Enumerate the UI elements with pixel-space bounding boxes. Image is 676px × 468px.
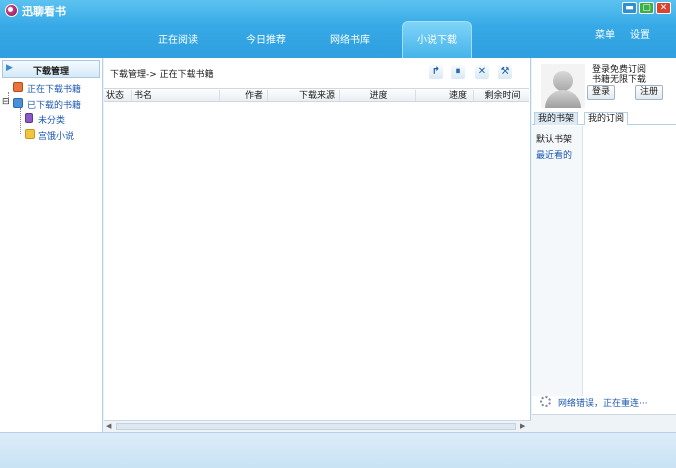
scrollbar-thumb[interactable] bbox=[116, 423, 516, 430]
download-list-panel: 下载管理-> 正在下载书籍 ↱ ⏸ ✕ ⚒ 状态 书名 作者 下载来源 进度 速… bbox=[104, 58, 531, 432]
tools-icon[interactable]: ⚒ bbox=[498, 65, 512, 79]
app-title: 迅聊看书 bbox=[22, 5, 66, 18]
pause-icon[interactable]: ⏸ bbox=[451, 65, 465, 79]
login-promo-line2: 书籍无限下载 bbox=[592, 75, 647, 85]
tab-download[interactable]: 小说下载 bbox=[402, 21, 472, 58]
download-icon bbox=[13, 82, 23, 92]
user-panel: 登录免费订阅 书籍无限下载 登录 注册 我的书架 我的订阅 默认书架 最近看的 … bbox=[532, 58, 676, 432]
download-manager-panel: ▶ 下载管理 正在下载书籍 ⊟ 已下载的书籍 未分类 宫饿小说 bbox=[0, 58, 103, 432]
book-icon bbox=[25, 113, 33, 123]
minimize-button[interactable]: ▬ bbox=[622, 2, 637, 14]
network-status-text[interactable]: 网络错误，正在重连··· bbox=[558, 396, 648, 409]
avatar-body bbox=[545, 90, 581, 108]
avatar bbox=[541, 64, 585, 108]
tab-my-shelf[interactable]: 我的书架 bbox=[534, 112, 579, 125]
tab-reading[interactable]: 正在阅读 bbox=[150, 24, 206, 58]
tab-recommend[interactable]: 今日推荐 bbox=[238, 24, 294, 58]
column-remaining[interactable]: 剩余时间 bbox=[474, 90, 529, 102]
register-button[interactable]: 注册 bbox=[635, 85, 663, 100]
download-manager-header[interactable]: ▶ 下载管理 bbox=[2, 60, 100, 78]
tab-library[interactable]: 网络书库 bbox=[320, 24, 380, 58]
delete-icon[interactable]: ✕ bbox=[475, 65, 489, 79]
loading-spinner-icon bbox=[540, 396, 551, 407]
column-status[interactable]: 状态 bbox=[104, 90, 132, 102]
settings-link[interactable]: 设置 bbox=[630, 26, 650, 41]
right-footer-bar bbox=[532, 414, 676, 432]
resume-icon[interactable]: ↱ bbox=[429, 65, 443, 79]
horizontal-scrollbar[interactable]: ◀ ▶ bbox=[104, 420, 531, 432]
play-arrow-icon: ▶ bbox=[6, 63, 13, 73]
download-manager-title: 下载管理 bbox=[33, 67, 70, 77]
breadcrumb: 下载管理-> 正在下载书籍 bbox=[110, 70, 214, 80]
column-speed[interactable]: 速度 bbox=[416, 90, 474, 102]
tree-expander-icon[interactable]: ⊟ bbox=[2, 97, 10, 107]
column-source[interactable]: 下载来源 bbox=[268, 90, 340, 102]
app-logo-icon bbox=[5, 4, 18, 17]
shelf-list: 默认书架 最近看的 bbox=[532, 126, 583, 396]
tree-item-uncategorized[interactable]: 未分类 bbox=[38, 113, 65, 126]
tree-item-downloaded[interactable]: 已下载的书籍 bbox=[27, 98, 81, 111]
tree-connector bbox=[20, 108, 21, 134]
scroll-right-icon[interactable]: ▶ bbox=[520, 422, 525, 430]
column-title[interactable]: 书名 bbox=[132, 90, 220, 102]
checked-book-icon bbox=[13, 98, 23, 108]
login-button[interactable]: 登录 bbox=[587, 85, 615, 100]
column-author[interactable]: 作者 bbox=[220, 90, 268, 102]
shelf-tabs: 我的书架 我的订阅 bbox=[532, 111, 676, 125]
shelf-recent[interactable]: 最近看的 bbox=[536, 148, 572, 161]
menu-link[interactable]: 菜单 bbox=[595, 26, 615, 41]
status-bar bbox=[0, 432, 676, 468]
column-progress[interactable]: 进度 bbox=[340, 90, 416, 102]
tab-my-subscriptions[interactable]: 我的订阅 bbox=[584, 112, 629, 125]
title-bar: 迅聊看书 ▬ ▢ ✕ 正在阅读 今日推荐 网络书库 小说下载 菜单 设置 bbox=[0, 0, 676, 58]
tree-item-downloading[interactable]: 正在下载书籍 bbox=[27, 82, 81, 95]
table-header: 状态 书名 作者 下载来源 进度 速度 剩余时间 bbox=[104, 88, 529, 102]
close-button[interactable]: ✕ bbox=[656, 2, 671, 14]
maximize-button[interactable]: ▢ bbox=[639, 2, 654, 14]
avatar-head bbox=[553, 71, 573, 91]
scroll-left-icon[interactable]: ◀ bbox=[106, 422, 111, 430]
tree-item-folder[interactable]: 宫饿小说 bbox=[38, 129, 74, 142]
folder-icon bbox=[25, 129, 35, 139]
shelf-default[interactable]: 默认书架 bbox=[536, 132, 572, 145]
